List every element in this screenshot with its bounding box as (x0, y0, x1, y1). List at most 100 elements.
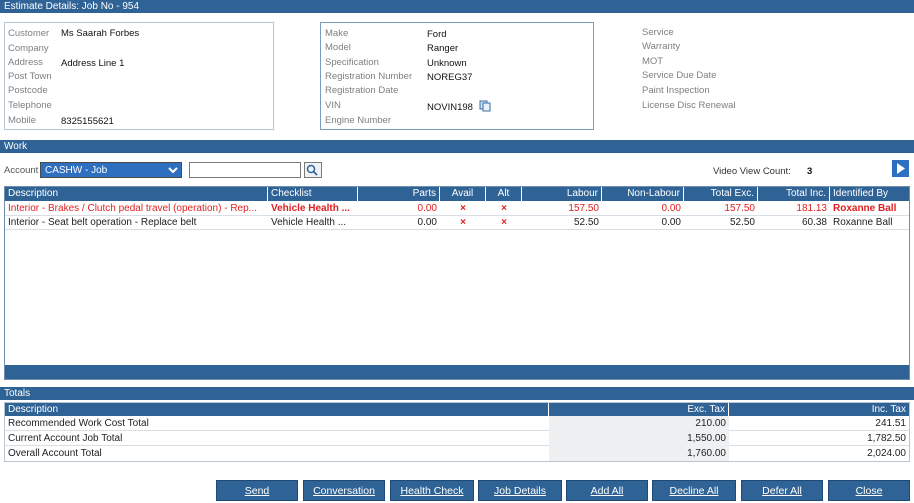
totals-row: Recommended Work Cost Total 210.00 241.5… (5, 416, 909, 431)
alt-x-icon: × (501, 217, 507, 228)
alt-x-icon: × (501, 203, 507, 214)
row-description: Interior - Seat belt operation - Replace… (8, 217, 197, 228)
work-title: Work (4, 141, 28, 152)
row-total-inc: 60.38 (801, 217, 827, 228)
totals-row: Current Account Job Total 1,550.00 1,782… (5, 431, 909, 446)
col-total-inc[interactable]: Total Inc. (758, 187, 830, 201)
row-total-inc: 181.13 (796, 203, 827, 214)
value-mobile: 8325155621 (61, 116, 114, 127)
row-parts: 0.00 (417, 203, 437, 214)
label-service: Service (642, 27, 674, 38)
totals-description: Overall Account Total (8, 448, 102, 459)
totals-description: Current Account Job Total (8, 433, 123, 444)
col-labour[interactable]: Labour (522, 187, 602, 201)
value-registration-number: NOREG37 (427, 72, 473, 83)
table-row[interactable]: Interior - Seat belt operation - Replace… (5, 216, 909, 230)
label-license-disc-renewal: License Disc Renewal (642, 100, 736, 111)
row-parts: 0.00 (417, 217, 437, 228)
totals-header: Description Exc. Tax Inc. Tax (5, 403, 909, 416)
totals-exc: 1,550.00 (549, 431, 729, 446)
row-non-labour: 0.00 (661, 203, 681, 214)
label-make: Make (325, 28, 349, 39)
label-mot: MOT (642, 56, 664, 67)
row-identified-by: Roxanne Ball (833, 217, 893, 228)
row-total-exc: 52.50 (729, 217, 755, 228)
label-model: Model (325, 42, 351, 53)
work-grid: Description Checklist Parts Avail Alt La… (4, 186, 910, 380)
value-make: Ford (427, 29, 447, 40)
label-registration-date: Registration Date (325, 85, 399, 96)
totals-inc: 2,024.00 (867, 448, 906, 459)
value-vin: NOVIN198 (427, 102, 473, 113)
totals-exc: 210.00 (549, 416, 729, 431)
estimate-title-bar: Estimate Details: Job No - 954 (0, 0, 914, 13)
avail-x-icon: × (460, 203, 466, 214)
estimate-title: Estimate Details: Job No - 954 (4, 1, 140, 12)
totals-title: Totals (4, 388, 31, 399)
label-paint-inspection: Paint Inspection (642, 85, 710, 96)
value-model: Ranger (427, 43, 459, 54)
totals-col-description: Description (5, 403, 549, 416)
label-warranty: Warranty (642, 41, 681, 52)
totals-description: Recommended Work Cost Total (8, 418, 149, 429)
video-view-count: 3 (807, 166, 813, 177)
col-alt[interactable]: Alt (486, 187, 522, 201)
decline-all-button[interactable]: Decline All (652, 480, 736, 501)
vehicle-panel: Make Model Specification Registration Nu… (320, 22, 594, 130)
totals-col-exc-tax: Exc. Tax (549, 403, 729, 416)
customer-panel: Customer Company Address Post Town Postc… (4, 22, 274, 130)
col-non-labour[interactable]: Non-Labour (602, 187, 684, 201)
col-parts[interactable]: Parts (358, 187, 440, 201)
copy-icon[interactable] (479, 100, 491, 115)
label-address: Address (8, 57, 43, 68)
col-identified-by[interactable]: Identified By (830, 187, 909, 201)
search-icon[interactable] (304, 162, 322, 181)
video-view-count-label: Video View Count: (713, 166, 791, 177)
label-service-due-date: Service Due Date (642, 70, 717, 81)
col-total-exc[interactable]: Total Exc. (684, 187, 758, 201)
value-address: Address Line 1 (61, 58, 125, 69)
col-avail[interactable]: Avail (440, 187, 486, 201)
row-labour: 52.50 (573, 217, 599, 228)
col-checklist[interactable]: Checklist (268, 187, 358, 201)
account-label: Account (4, 165, 39, 176)
health-check-button[interactable]: Health Check (390, 480, 474, 501)
conversation-button[interactable]: Conversation (303, 480, 385, 501)
totals-col-inc-tax: Inc. Tax (871, 404, 906, 415)
work-title-bar: Work (0, 140, 914, 153)
label-customer: Customer (8, 28, 50, 39)
label-registration-number: Registration Number (325, 71, 413, 82)
send-button[interactable]: Send (216, 480, 298, 501)
play-icon[interactable] (892, 160, 909, 180)
add-all-button[interactable]: Add All (566, 480, 648, 501)
label-telephone: Telephone (8, 100, 52, 111)
job-details-button[interactable]: Job Details (478, 480, 562, 501)
row-checklist[interactable]: Vehicle Health ... (268, 202, 358, 216)
account-select[interactable]: CASHW - Job (40, 162, 182, 178)
col-description[interactable]: Description (5, 187, 268, 201)
label-company: Company (8, 43, 49, 54)
totals-exc: 1,760.00 (549, 446, 729, 461)
value-customer: Ms Saarah Forbes (61, 28, 140, 39)
value-specification: Unknown (427, 58, 467, 69)
close-button[interactable]: Close (828, 480, 910, 501)
row-description: Interior - Brakes / Clutch pedal travel … (8, 203, 257, 214)
work-grid-footer (5, 365, 909, 379)
row-total-exc: 157.50 (724, 203, 755, 214)
totals-inc: 241.51 (875, 418, 906, 429)
row-identified-by: Roxanne Ball (833, 203, 897, 214)
service-panel: Service Warranty MOT Service Due Date Pa… (640, 22, 840, 122)
totals-inc: 1,782.50 (867, 433, 906, 444)
row-checklist[interactable]: Vehicle Health ... (268, 216, 358, 230)
label-vin: VIN (325, 100, 341, 111)
defer-all-button[interactable]: Defer All (741, 480, 823, 501)
account-search-input[interactable] (189, 162, 301, 178)
label-mobile: Mobile (8, 115, 36, 126)
totals-title-bar: Totals (0, 387, 914, 400)
avail-x-icon: × (460, 217, 466, 228)
label-engine-number: Engine Number (325, 115, 392, 126)
table-row[interactable]: Interior - Brakes / Clutch pedal travel … (5, 202, 909, 216)
row-labour: 157.50 (568, 203, 599, 214)
totals-row: Overall Account Total 1,760.00 2,024.00 (5, 446, 909, 461)
label-post-town: Post Town (8, 71, 52, 82)
